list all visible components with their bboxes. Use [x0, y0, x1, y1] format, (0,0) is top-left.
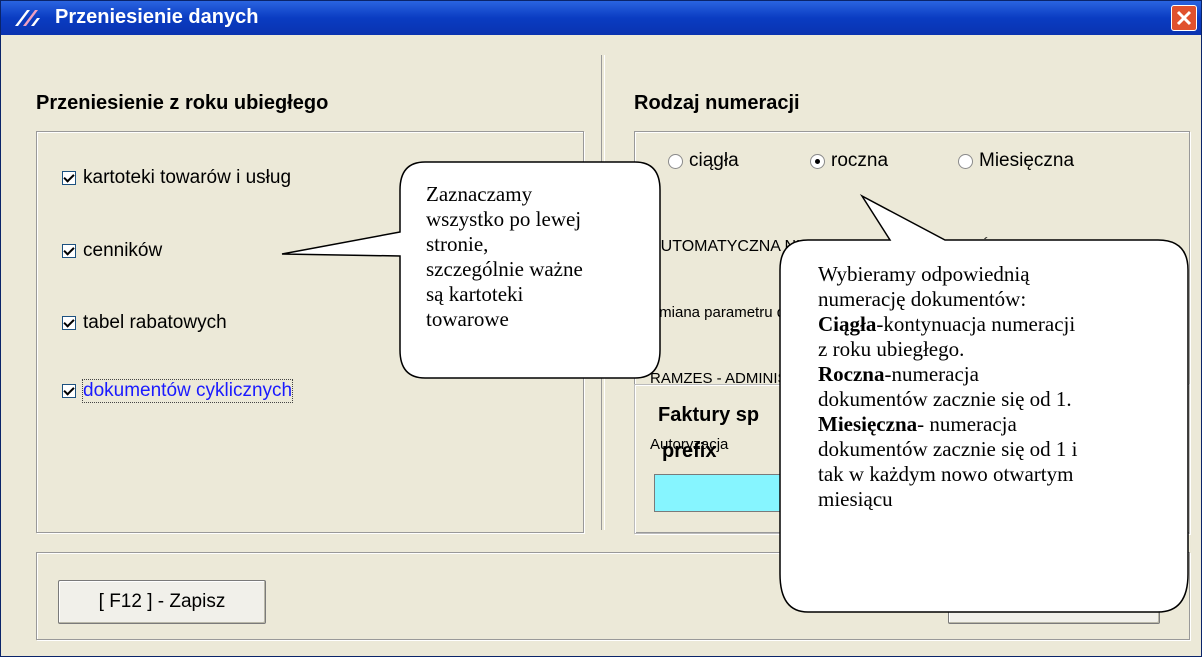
callout-fragment: - numeracja [917, 412, 1017, 436]
callout-line: Wybieramy odpowiednią [818, 262, 1030, 286]
bold-term: Ciągła [818, 312, 877, 336]
callout-right-text: Wybieramy odpowiednią numerację dokument… [818, 262, 1078, 512]
callout-line: tak w każdym nowo otwartym [818, 462, 1074, 486]
callout-line: Roczna-numeracja [818, 362, 1078, 387]
callout-line: miesiącu [818, 487, 893, 511]
callout-line: Miesięczna- numeracja [818, 412, 1078, 437]
callout-line: z roku ubiegłego. [818, 337, 965, 361]
callout-line: dokumentów zacznie się od 1 i [818, 437, 1078, 461]
callout-line: Ciągła-kontynuacja numeracji [818, 312, 1078, 337]
bold-term: Roczna [818, 362, 885, 386]
callout-fragment: -numeracja [884, 362, 979, 386]
bold-term: Miesięczna [818, 412, 918, 436]
callout-line: numerację dokumentów: [818, 287, 1027, 311]
callout-line: dokumentów zacznie się od 1. [818, 387, 1072, 411]
callout-left-text: Zaznaczamy wszystko po lewej stronie, sz… [426, 182, 583, 331]
callout-fragment: -kontynuacja numeracji [876, 312, 1076, 336]
